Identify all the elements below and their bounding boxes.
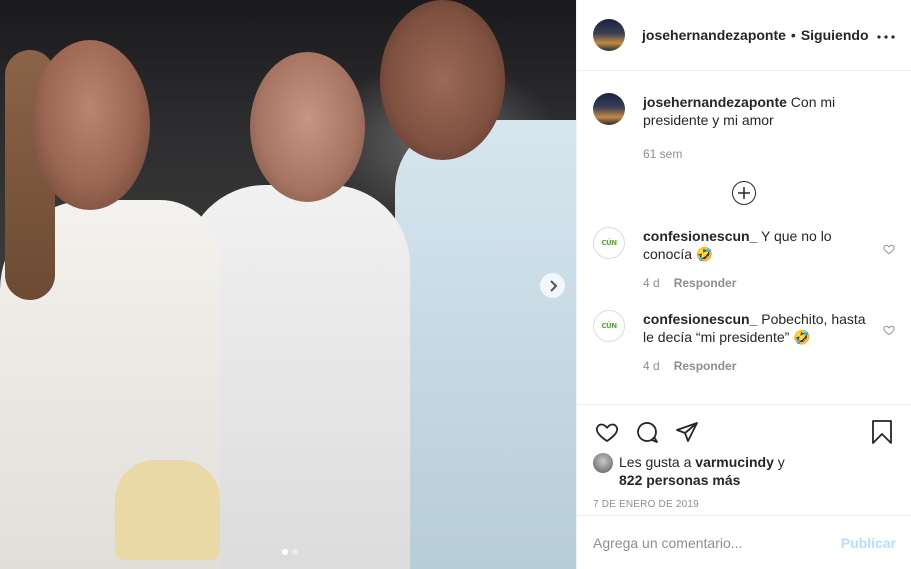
comment-icon (637, 422, 658, 443)
cun-logo-icon: CÚN (601, 239, 617, 247)
photo-person-center-head (250, 52, 365, 202)
paper-plane-icon (676, 422, 698, 442)
photo-person-right-head (380, 0, 505, 160)
comment-item: CÚN confesionescun_ Pobechito, hasta le … (593, 290, 895, 373)
likes-count-link[interactable]: 822 personas más (619, 472, 740, 488)
photo-handbag (115, 460, 220, 560)
chevron-right-icon (549, 279, 557, 292)
caption-time[interactable]: 61 sem (643, 147, 682, 161)
liker-username[interactable]: varmucindy (695, 454, 774, 470)
bookmark-icon (872, 420, 892, 444)
post-photo[interactable] (0, 0, 576, 569)
comment-text: confesionescun_ Pobechito, hasta le decí… (643, 310, 875, 346)
post-date[interactable]: 7 DE ENERO DE 2019 (593, 499, 896, 510)
caption-text: josehernandezaponte Con mi presidente y … (643, 93, 875, 129)
likes-prefix: Les gusta a (619, 454, 696, 470)
author-username[interactable]: josehernandezaponte (642, 27, 786, 43)
heart-icon[interactable] (883, 243, 895, 255)
post-comment-button[interactable]: Publicar (841, 535, 896, 551)
post-actions-area: Les gusta a varmucindy y 822 personas má… (577, 404, 911, 510)
caption-username[interactable]: josehernandezaponte (643, 94, 787, 110)
caption-author-avatar[interactable] (593, 93, 625, 125)
like-button[interactable] (593, 418, 621, 446)
photo-person-left-head (30, 40, 150, 210)
carousel-dot-active (282, 549, 288, 555)
load-more-comments (593, 161, 895, 209)
heart-icon[interactable] (883, 324, 895, 336)
instagram-post-modal: josehernandezaponte • Siguiendo josehern… (0, 0, 911, 569)
commenter-avatar[interactable]: CÚN (593, 310, 625, 342)
cun-logo-icon: CÚN (601, 322, 617, 330)
comments-list[interactable]: josehernandezaponte Con mi presidente y … (577, 71, 911, 403)
comment-username[interactable]: confesionescun_ (643, 311, 757, 327)
post-sidebar: josehernandezaponte • Siguiendo josehern… (576, 0, 911, 569)
comment-time[interactable]: 4 d (643, 359, 660, 373)
reply-button[interactable]: Responder (674, 359, 737, 373)
plus-circle-icon[interactable] (732, 181, 756, 205)
follow-status-button[interactable]: Siguiendo (801, 27, 869, 43)
comment-time[interactable]: 4 d (643, 276, 660, 290)
commenter-avatar[interactable]: CÚN (593, 227, 625, 259)
likes-text: Les gusta a varmucindy y 822 personas má… (619, 453, 785, 489)
comment-text: confesionescun_ Y que no lo conocía 🤣 (643, 227, 875, 263)
comment-input[interactable]: Agrega un comentario... (593, 535, 742, 551)
reply-button[interactable]: Responder (674, 276, 737, 290)
post-header: josehernandezaponte • Siguiendo (577, 0, 911, 71)
liker-avatar[interactable] (593, 453, 613, 473)
author-avatar[interactable] (593, 19, 625, 51)
comment-button[interactable] (633, 418, 661, 446)
comment-username[interactable]: confesionescun_ (643, 228, 757, 244)
likes-middle: y (773, 454, 785, 470)
post-caption: josehernandezaponte Con mi presidente y … (593, 71, 895, 161)
carousel-indicator (282, 549, 298, 555)
carousel-next-button[interactable] (540, 273, 565, 298)
more-options-icon[interactable] (877, 26, 895, 44)
add-comment-bar: Agrega un comentario... Publicar (577, 515, 911, 569)
share-button[interactable] (673, 418, 701, 446)
header-separator: • (790, 27, 796, 43)
photo-person-right-body (395, 120, 576, 569)
heart-icon (595, 423, 619, 443)
action-bar (593, 405, 896, 453)
likes-summary: Les gusta a varmucindy y 822 personas má… (593, 453, 896, 489)
carousel-dot (292, 549, 298, 555)
save-button[interactable] (868, 418, 896, 446)
comment-item: CÚN confesionescun_ Y que no lo conocía … (593, 209, 895, 290)
